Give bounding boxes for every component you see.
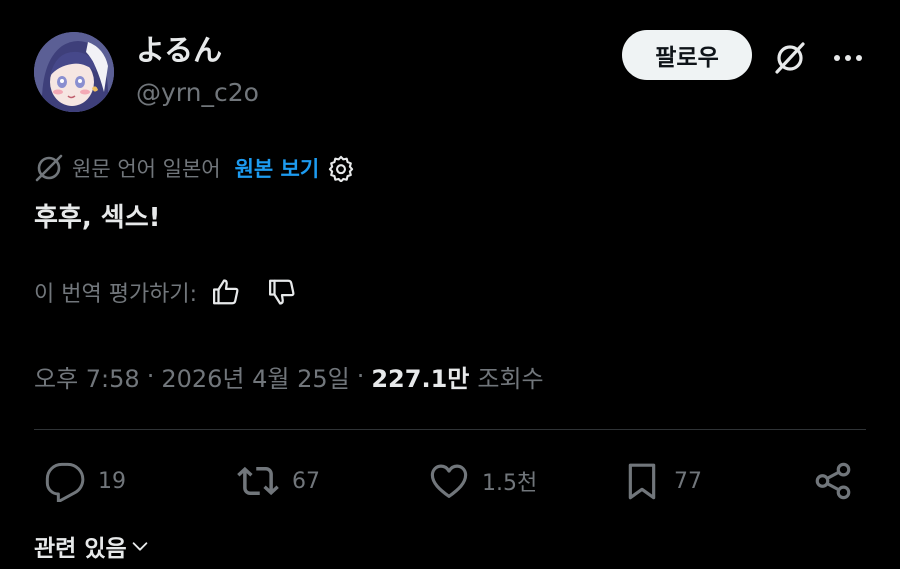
- reply-icon: [45, 462, 85, 502]
- gear-icon[interactable]: [327, 154, 355, 182]
- heart-icon: [430, 464, 468, 498]
- handle[interactable]: @yrn_c2o: [136, 76, 259, 110]
- views-count: 227.1만: [371, 364, 470, 393]
- rate-prompt: 이 번역 평가하기:: [34, 282, 198, 307]
- repost-count: 67: [292, 468, 320, 494]
- source-language-label: 원문 언어 일본어: [72, 157, 221, 181]
- like-count: 1.5천: [482, 471, 538, 496]
- translation-bar: 원문 언어 일본어 원본 보기: [34, 150, 355, 186]
- related-toggle[interactable]: 관련 있음: [34, 526, 151, 566]
- reply-button[interactable]: 19: [44, 458, 126, 504]
- share-button[interactable]: [812, 458, 854, 504]
- bookmark-button[interactable]: 77: [622, 458, 702, 504]
- thumbs-down-icon[interactable]: [267, 277, 297, 307]
- share-icon: [815, 462, 851, 500]
- views-label: 조회수: [477, 364, 544, 393]
- chevron-down-icon: [129, 535, 151, 557]
- tweet-text: 후후, 섹스!: [34, 203, 161, 233]
- tweet-meta: 오후 7:58 · 2026년 4월 25일 · 227.1만 조회수: [34, 356, 544, 396]
- follow-button[interactable]: 팔로우: [622, 30, 752, 80]
- grok-icon[interactable]: [770, 38, 810, 78]
- meta-separator: ·: [146, 362, 155, 390]
- tweet-time[interactable]: 오후 7:58: [34, 359, 140, 394]
- translate-icon: [34, 153, 64, 183]
- avatar[interactable]: [34, 32, 114, 112]
- thumbs-up-icon[interactable]: [211, 277, 241, 307]
- bookmark-count: 77: [674, 468, 702, 494]
- meta-separator: ·: [356, 362, 365, 390]
- like-button[interactable]: 1.5천: [428, 458, 537, 504]
- repost-button[interactable]: 67: [236, 458, 320, 504]
- repost-icon: [237, 466, 279, 496]
- rate-translation: 이 번역 평가하기:: [34, 272, 297, 312]
- related-label: 관련 있음: [34, 536, 127, 562]
- more-icon[interactable]: [828, 38, 868, 78]
- display-name[interactable]: よるん: [136, 30, 222, 70]
- tweet-date[interactable]: 2026년 4월 25일: [161, 359, 349, 394]
- reply-count: 19: [98, 468, 126, 494]
- show-original-link[interactable]: 원본 보기: [235, 153, 320, 183]
- bookmark-icon: [628, 463, 656, 500]
- divider: [34, 429, 866, 430]
- avatar-image: [34, 32, 114, 112]
